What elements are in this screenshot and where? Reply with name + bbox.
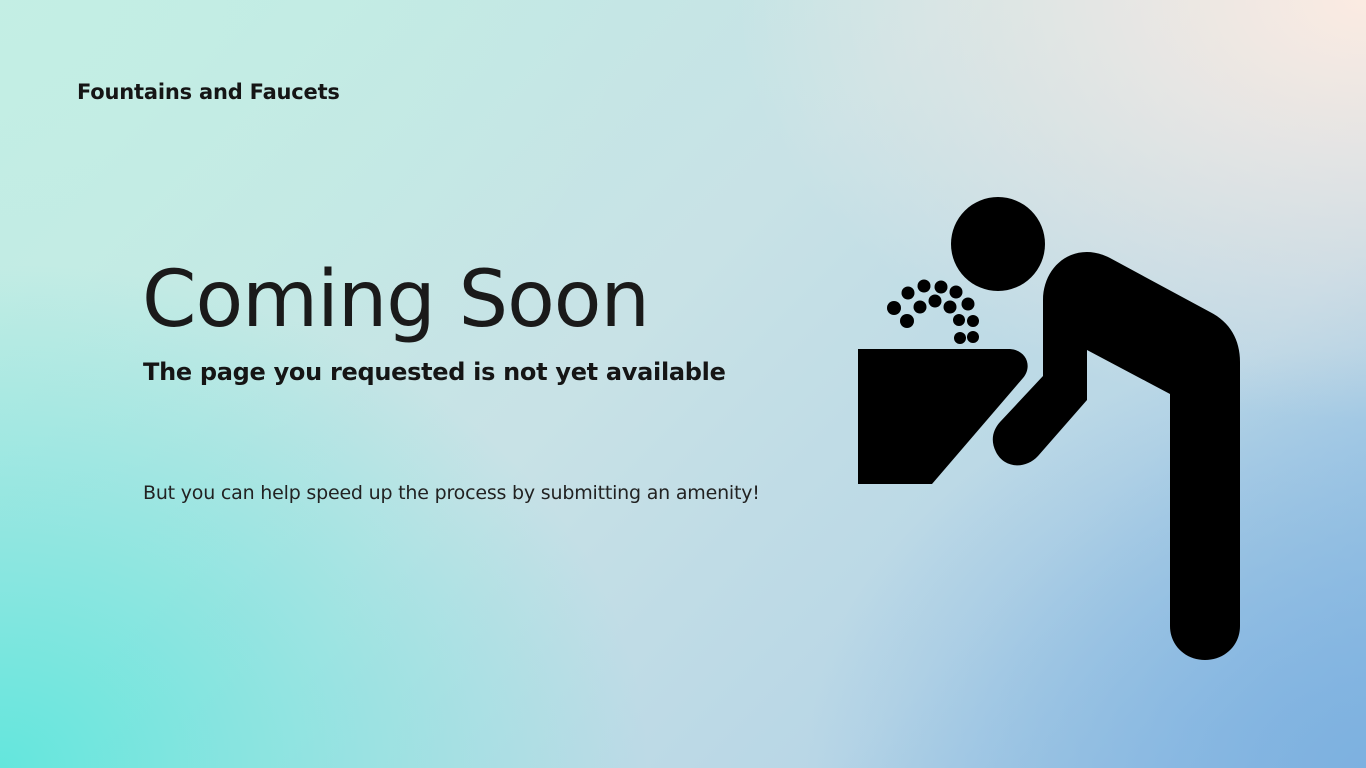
person-head — [951, 197, 1045, 291]
page-subtitle: The page you requested is not yet availa… — [143, 358, 726, 386]
person-body — [1043, 252, 1240, 660]
page-message: But you can help speed up the process by… — [143, 482, 760, 504]
drinking-fountain-icon — [850, 190, 1250, 670]
page-title: Coming Soon — [142, 255, 650, 345]
fountain-basin — [858, 349, 1028, 484]
water-droplets — [887, 279, 979, 344]
site-brand[interactable]: Fountains and Faucets — [77, 80, 340, 104]
